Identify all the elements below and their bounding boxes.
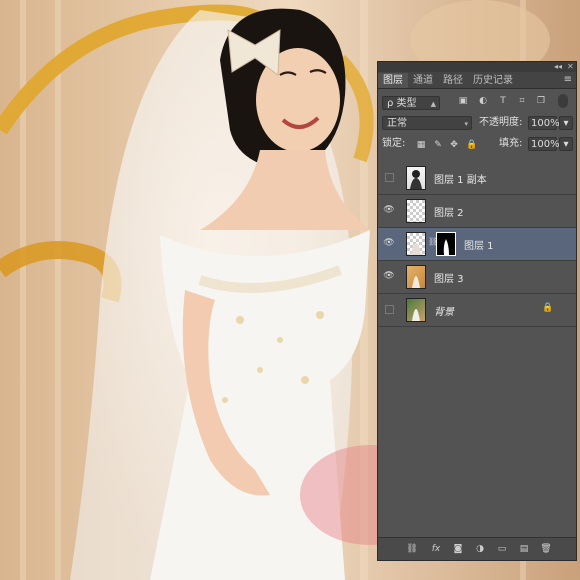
layer-row[interactable]: 图层 1 副本 [378,162,576,195]
opacity-label: 不透明度: [479,117,523,128]
visibility-toggle[interactable] [385,305,394,314]
new-layer-icon[interactable]: ▤ [518,543,530,555]
layer-name[interactable]: 图层 3 [434,270,464,285]
trash-icon[interactable]: 🗑 [540,543,552,555]
layer-name[interactable]: 图层 2 [434,204,464,219]
fill-label: 填充: [499,138,523,149]
layers-panel: ◂◂ ✕ 图层 通道 路径 历史记录 ≡ ρ 类型 ▲ ▣ ◐ T ⌗ ❐ 正常… [377,61,577,561]
opacity-value: 100% [531,118,560,129]
filter-kind-label: ρ 类型 [387,98,417,109]
filter-type-icon[interactable]: T [498,96,508,106]
opacity-dropdown-icon[interactable]: ▾ [559,116,573,130]
layer-thumbnail [406,166,426,190]
eye-icon[interactable]: 👁 [382,271,396,282]
link-layers-icon[interactable]: ⛓ [406,543,418,555]
eye-icon[interactable]: 👁 [382,205,396,216]
panel-title-strip: ◂◂ ✕ [378,62,576,72]
fill-value: 100% [531,139,560,150]
layer-row[interactable]: 背景 🔒 [378,294,576,327]
tab-layers[interactable]: 图层 [378,73,408,88]
layer-name[interactable]: 图层 1 副本 [434,171,487,186]
chevron-down-icon: ▲ [430,100,436,108]
layer-thumbnail [406,232,426,256]
lock-icon: 🔒 [542,303,554,313]
group-folder-icon[interactable]: ▭ [496,543,508,555]
tab-history[interactable]: 历史记录 [468,73,518,88]
collapse-icon[interactable]: ◂◂ [554,62,562,72]
layer-row-selected[interactable]: 👁 ⛓ 图层 1 [378,228,576,261]
chevron-down-icon: ▾ [464,120,468,128]
filter-row: ρ 类型 ▲ ▣ ◐ T ⌗ ❐ [378,92,576,114]
layer-row[interactable]: 👁 图层 2 [378,195,576,228]
lock-label: 锁定: [382,138,406,149]
tab-paths[interactable]: 路径 [438,73,468,88]
layer-thumbnail [406,199,426,223]
layer-name[interactable]: 背景 [434,303,454,318]
adjustment-layer-icon[interactable]: ◑ [474,543,486,555]
lock-row: 锁定: ▦ ✎ ✥ 🔒 填充: 100% ▾ [378,134,576,154]
add-mask-icon[interactable]: ◙ [452,543,464,555]
close-panel-icon[interactable]: ✕ [567,62,574,72]
lock-all-icon[interactable]: 🔒 [466,140,477,150]
lock-position-icon[interactable]: ✥ [449,140,459,150]
visibility-toggle[interactable] [385,173,394,182]
blend-mode-value: 正常 [387,118,407,129]
blend-row: 正常 ▾ 不透明度: 100% ▾ [378,114,576,134]
tab-channels[interactable]: 通道 [408,73,438,88]
fill-dropdown-icon[interactable]: ▾ [559,137,573,151]
layer-name[interactable]: 图层 1 [464,237,494,252]
lock-image-icon[interactable]: ✎ [433,140,443,150]
layers-bottom-bar: ⛓ fx ◙ ◑ ▭ ▤ 🗑 [378,537,576,560]
layer-mask-thumbnail[interactable] [436,232,456,256]
panel-menu-icon[interactable]: ≡ [564,74,572,85]
layer-thumbnail [406,265,426,289]
filter-kind-select[interactable]: ρ 类型 ▲ [382,96,440,110]
filter-smartobject-icon[interactable]: ❐ [536,96,546,106]
blend-mode-select[interactable]: 正常 ▾ [382,116,472,130]
eye-icon[interactable]: 👁 [382,238,396,249]
opacity-input[interactable]: 100% [528,116,560,130]
filter-pixel-icon[interactable]: ▣ [458,96,468,106]
filter-toggle-icon[interactable] [558,94,568,108]
panel-tabs: 图层 通道 路径 历史记录 ≡ [378,72,576,89]
layers-list: 图层 1 副本 👁 图层 2 👁 ⛓ 图层 1 👁 图层 3 背景 🔒 [378,162,576,327]
filter-shape-icon[interactable]: ⌗ [517,96,527,106]
layer-thumbnail [406,298,426,322]
fx-icon[interactable]: fx [430,543,442,555]
filter-adjustment-icon[interactable]: ◐ [478,96,488,106]
layer-row[interactable]: 👁 图层 3 [378,261,576,294]
lock-transparent-icon[interactable]: ▦ [416,140,426,150]
fill-input[interactable]: 100% [528,137,560,151]
